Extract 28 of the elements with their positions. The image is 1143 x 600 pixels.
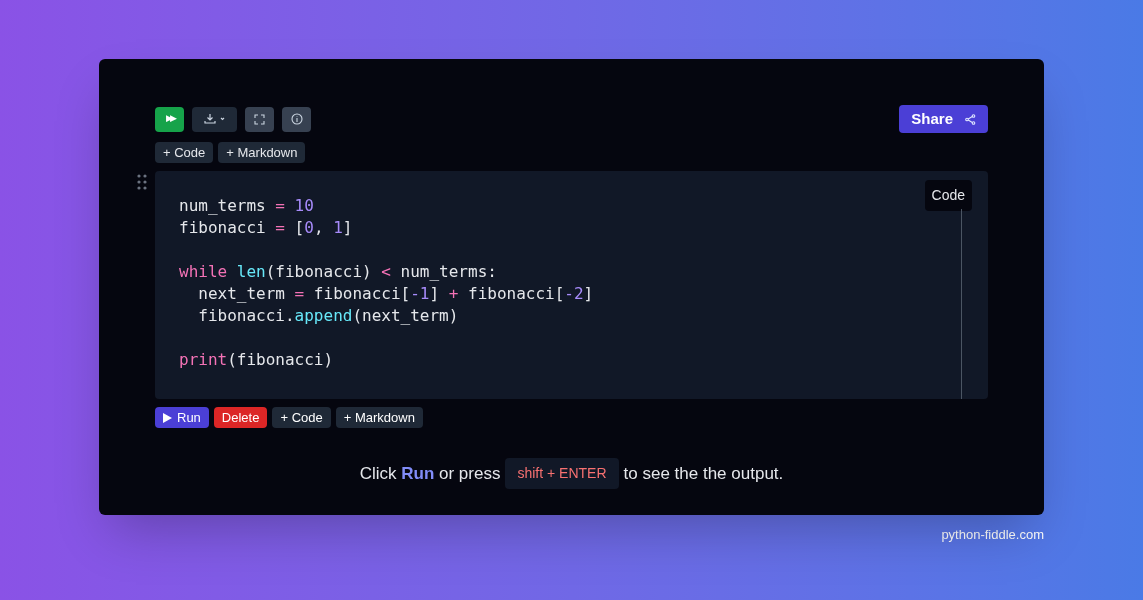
code-line: fibonacci = [0, 1]: [179, 217, 354, 239]
code-line: print(fibonacci): [179, 349, 335, 371]
download-button[interactable]: [192, 106, 237, 132]
code-cell[interactable]: num_terms = 10 fibonacci = [0, 1] while len(fibonacci) < num_terms: next_term = fibonacci[-1] + fibonacci[-2] fibonacci.append(next_term) print(fibonacci) Code: [155, 171, 988, 399]
code-line: while len(fibonacci) < num_terms:: [179, 261, 498, 283]
delete-button[interactable]: Delete: [213, 407, 268, 428]
download-icon: [203, 113, 226, 125]
hint-text: Click Run or press: [359, 462, 501, 485]
info-button[interactable]: [282, 106, 311, 132]
drag-handle-icon[interactable]: [137, 174, 147, 190]
share-icon: [965, 113, 976, 125]
add-cell-button[interactable]: + Code: [155, 142, 214, 163]
hint-text: to see the the output.: [623, 462, 784, 485]
add-cell-button[interactable]: + Code: [272, 407, 331, 428]
code-line: next_term = fibonacci[-1] + fibonacci[-2]: [197, 283, 595, 305]
fullscreen-button[interactable]: [245, 106, 274, 132]
add-cell-button[interactable]: + Markdown: [335, 407, 423, 428]
expand-icon: [254, 113, 265, 125]
run-button[interactable]: Run: [155, 407, 209, 428]
info-icon: [290, 113, 303, 125]
code-line: num_terms = 10: [179, 195, 315, 217]
play-icon: [163, 412, 172, 423]
cell-type-label: Code: [924, 180, 972, 211]
code-line: fibonacci.append(next_term): [197, 305, 460, 327]
site-url: python-fiddle.com: [941, 526, 1044, 544]
keyboard-shortcut: shift + ENTER: [505, 458, 619, 489]
share-button[interactable]: Share: [899, 105, 988, 133]
add-cell-button[interactable]: + Markdown: [218, 142, 306, 163]
